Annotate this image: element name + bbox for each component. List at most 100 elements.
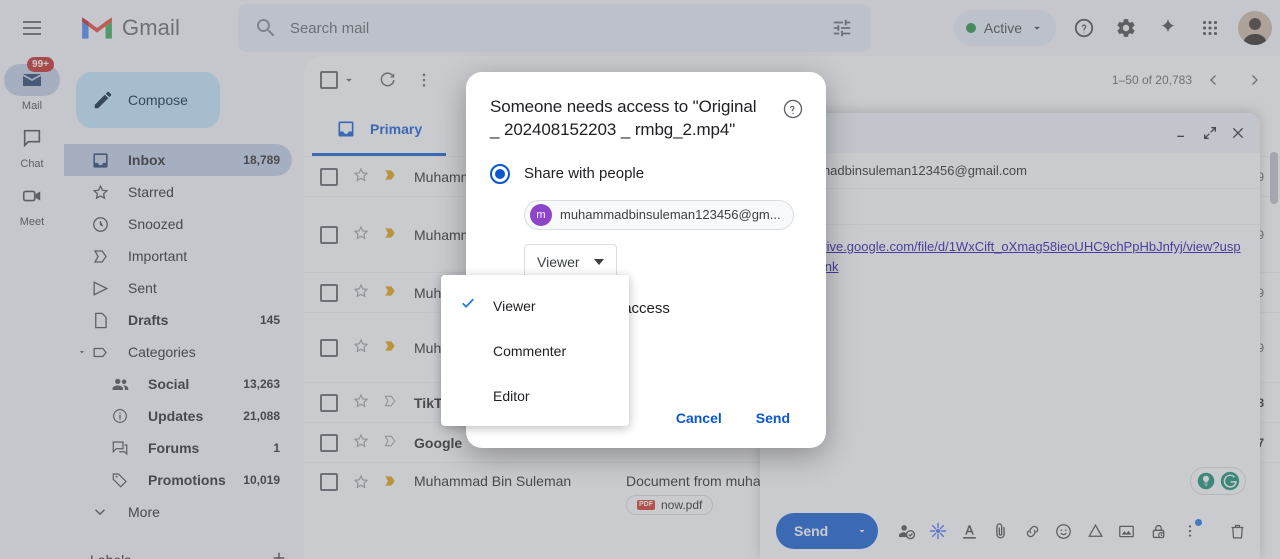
refresh-button[interactable] xyxy=(370,62,406,98)
attach-file-button[interactable] xyxy=(986,513,1016,549)
star-icon[interactable] xyxy=(352,224,372,245)
grammarly-icon[interactable] xyxy=(1219,470,1241,492)
google-apps-button[interactable] xyxy=(1190,8,1230,48)
rail-item-mail[interactable]: 99+ Mail xyxy=(0,57,64,112)
more-options-icon xyxy=(1188,525,1191,537)
help-button[interactable] xyxy=(1064,8,1104,48)
brand-name: Gmail xyxy=(122,15,180,40)
compose-close-button[interactable] xyxy=(1224,119,1252,147)
star-icon[interactable] xyxy=(352,166,372,187)
lightbulb-icon[interactable] xyxy=(1195,470,1217,492)
sidebar-count-inbox: 18,789 xyxy=(243,153,280,167)
search-input[interactable] xyxy=(289,19,822,37)
important-marker-icon[interactable] xyxy=(382,283,402,302)
chevron-right-icon xyxy=(1252,75,1258,85)
attachment-chip[interactable]: PDF now.pdf xyxy=(626,495,714,515)
insert-drive-button[interactable] xyxy=(1081,513,1111,549)
sidebar-item-promotions[interactable]: Promotions 10,019 xyxy=(64,464,292,496)
insert-photo-button[interactable] xyxy=(1112,513,1142,549)
row-checkbox[interactable] xyxy=(320,473,338,491)
schedule-send-button[interactable] xyxy=(892,513,922,549)
main-menu-icon[interactable] xyxy=(8,4,56,52)
sidebar-label-starred: Starred xyxy=(128,184,174,200)
prev-page-button[interactable] xyxy=(1196,62,1232,98)
compose-expand-button[interactable] xyxy=(1196,119,1224,147)
compose-more-options-button[interactable] xyxy=(1175,513,1205,549)
sidebar-item-starred[interactable]: Starred xyxy=(64,176,292,208)
compose-button[interactable]: Compose xyxy=(76,72,220,128)
grammarly-widget[interactable] xyxy=(1190,467,1246,495)
list-scrollbar[interactable] xyxy=(1270,152,1278,204)
send-button[interactable]: Send xyxy=(744,402,802,434)
menu-item-viewer[interactable]: Viewer xyxy=(441,283,629,328)
sidebar-item-inbox[interactable]: Inbox 18,789 xyxy=(64,144,292,176)
sidebar-item-updates[interactable]: Updates 21,088 xyxy=(64,400,292,432)
recipient-email: muhammadbinsuleman123456@gm... xyxy=(560,207,781,223)
drive-link[interactable]: https://drive.google.com/file/d/1WxCift_… xyxy=(776,239,1241,274)
important-marker-icon[interactable] xyxy=(382,473,402,492)
star-icon[interactable] xyxy=(352,432,372,453)
rail-item-chat[interactable]: Chat xyxy=(0,122,64,170)
dialog-help-button[interactable] xyxy=(782,98,804,120)
row-checkbox[interactable] xyxy=(320,338,338,357)
row-checkbox[interactable] xyxy=(320,225,338,244)
sidebar-item-more[interactable]: More xyxy=(64,496,292,528)
row-checkbox[interactable] xyxy=(320,283,338,302)
compose-minimize-button[interactable] xyxy=(1168,119,1196,147)
sidebar-item-categories[interactable]: Categories xyxy=(64,336,292,368)
compose-to-field[interactable]: muhammadbinsuleman123456@gmail.com xyxy=(760,153,1260,189)
star-icon[interactable] xyxy=(352,473,372,494)
send-options-button[interactable] xyxy=(846,513,877,549)
sidebar-item-social[interactable]: Social 13,263 xyxy=(64,368,292,400)
settings-button[interactable] xyxy=(1106,8,1146,48)
radio-share-with-people[interactable] xyxy=(490,163,510,184)
compose-subject-field[interactable] xyxy=(760,189,1260,225)
discard-draft-button[interactable] xyxy=(1223,513,1253,549)
star-icon[interactable] xyxy=(352,337,372,358)
row-checkbox[interactable] xyxy=(320,167,338,186)
chevron-down-icon xyxy=(90,502,110,522)
menu-item-commenter[interactable]: Commenter xyxy=(441,328,629,373)
important-marker-icon[interactable] xyxy=(382,433,402,452)
recipient-chip[interactable]: m muhammadbinsuleman123456@gm... xyxy=(524,199,794,230)
sidebar-label-drafts: Drafts xyxy=(128,312,169,328)
search-bar[interactable] xyxy=(237,4,870,52)
menu-item-editor[interactable]: Editor xyxy=(441,373,629,418)
account-avatar[interactable] xyxy=(1238,11,1272,45)
status-pill[interactable]: Active xyxy=(953,10,1056,46)
pagination-text: 1–50 of 20,783 xyxy=(1111,73,1192,87)
next-page-button[interactable] xyxy=(1236,62,1272,98)
important-marker-icon[interactable] xyxy=(382,225,402,244)
confidential-mode-icon xyxy=(1152,524,1165,538)
format-text-button[interactable] xyxy=(955,513,985,549)
search-options-icon[interactable] xyxy=(822,8,862,48)
tab-primary[interactable]: Primary xyxy=(312,104,447,156)
star-icon[interactable] xyxy=(352,392,372,413)
star-icon[interactable] xyxy=(352,282,372,303)
insert-link-button[interactable] xyxy=(1018,513,1048,549)
gear-icon xyxy=(1117,19,1135,37)
insert-emoji-button[interactable] xyxy=(1049,513,1079,549)
important-marker-icon[interactable] xyxy=(382,338,402,357)
select-all-checkbox[interactable] xyxy=(320,71,356,89)
cancel-button[interactable]: Cancel xyxy=(664,402,734,434)
gemini-button[interactable] xyxy=(1148,8,1188,48)
more-options-button[interactable] xyxy=(406,62,442,98)
row-checkbox[interactable] xyxy=(320,433,338,452)
gmail-logo[interactable]: Gmail xyxy=(80,15,180,41)
sidebar-item-drafts[interactable]: Drafts 145 xyxy=(64,304,292,336)
sidebar-item-snoozed[interactable]: Snoozed xyxy=(64,208,292,240)
confidential-mode-button[interactable] xyxy=(1144,513,1174,549)
row-checkbox[interactable] xyxy=(320,393,338,412)
sidebar-item-sent[interactable]: Sent xyxy=(64,272,292,304)
rail-item-meet[interactable]: Meet xyxy=(0,180,64,228)
important-marker-icon[interactable] xyxy=(382,167,402,186)
important-marker-icon[interactable] xyxy=(382,393,402,412)
compose-send-button[interactable]: Send xyxy=(776,513,878,549)
sidebar-item-forums[interactable]: Forums 1 xyxy=(64,432,292,464)
share-with-people-option[interactable]: Share with people xyxy=(490,163,802,184)
add-label-button[interactable] xyxy=(270,549,288,559)
compose-body[interactable]: https://drive.google.com/file/d/1WxCift_… xyxy=(760,225,1260,503)
gemini-compose-button[interactable] xyxy=(923,513,953,549)
sidebar-item-important[interactable]: Important xyxy=(64,240,292,272)
